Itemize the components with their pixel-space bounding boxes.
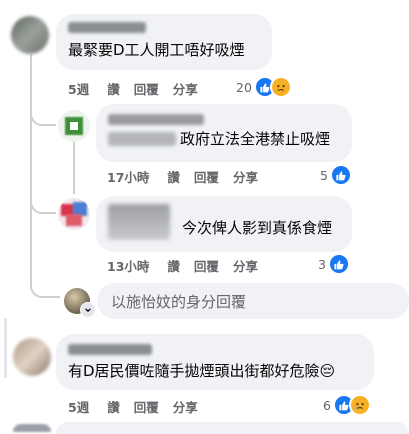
reply-text: 今次俾人影到真係食煙 <box>182 219 333 237</box>
avatar[interactable] <box>58 198 90 230</box>
reaction-count: 6 <box>323 397 331 413</box>
comment-text: 最緊要D工人開工唔好吸煙 <box>68 41 245 59</box>
avatar[interactable] <box>13 338 51 376</box>
reaction-summary[interactable]: 5 <box>320 164 352 186</box>
comment-actions: 5週 讚 回覆 分享 <box>68 79 198 98</box>
like-icon <box>329 164 352 186</box>
reply-actions: 17小時 讚 回覆 分享 <box>107 167 258 186</box>
sad-icon <box>348 394 371 416</box>
avatar[interactable] <box>58 110 90 142</box>
reaction-summary[interactable]: 6 <box>323 394 371 416</box>
timestamp[interactable]: 13小時 <box>107 256 149 275</box>
reply-input[interactable]: 以施怡妏的身分回覆 <box>97 283 409 319</box>
reaction-count: 3 <box>318 256 326 272</box>
reply-input-placeholder: 以施怡妏的身分回覆 <box>111 292 247 311</box>
reply-composer: 以施怡妏的身分回覆 <box>0 282 409 320</box>
timestamp[interactable]: 5週 <box>68 397 89 416</box>
share-button[interactable]: 分享 <box>173 79 198 98</box>
comment: 最緊要D工人開工唔好吸煙 5週 讚 回覆 分享 20 <box>0 0 409 100</box>
like-button[interactable]: 讚 <box>167 256 180 275</box>
comment-text: 有D居民價咗隨手拋煙頭出街都好危險😔 <box>68 362 336 380</box>
share-button[interactable]: 分享 <box>173 397 198 416</box>
comment-bubble: 最緊要D工人開工唔好吸煙 <box>56 14 272 70</box>
chevron-down-icon[interactable] <box>80 302 96 318</box>
reaction-summary[interactable]: 20 <box>236 76 292 98</box>
reply-actions: 13小時 讚 回覆 分享 <box>107 256 258 275</box>
author-name-redacted-line2 <box>108 132 176 146</box>
reply-bubble: 政府立法全港禁止吸煙 <box>96 104 352 162</box>
reply-button[interactable]: 回覆 <box>134 79 159 98</box>
like-button[interactable]: 讚 <box>107 79 120 98</box>
author-name-redacted[interactable] <box>68 344 152 355</box>
reply-bubble: 今次俾人影到真係食煙 <box>96 196 352 252</box>
next-comment-bubble-partial <box>56 422 409 434</box>
reply-text: 政府立法全港禁止吸煙 <box>180 130 331 148</box>
like-button[interactable]: 讚 <box>167 167 180 186</box>
reply-button[interactable]: 回覆 <box>194 256 219 275</box>
author-name-redacted[interactable] <box>108 114 204 125</box>
comment: 有D居民價咗隨手拋煙頭出街都好危險😔 5週 讚 回覆 分享 6 <box>0 326 409 427</box>
sad-icon <box>269 76 292 98</box>
reply-button[interactable]: 回覆 <box>194 167 219 186</box>
like-button[interactable]: 讚 <box>107 397 120 416</box>
reply-button[interactable]: 回覆 <box>134 397 159 416</box>
share-button[interactable]: 分享 <box>233 167 258 186</box>
avatar[interactable] <box>11 16 49 54</box>
comment-actions: 5週 讚 回覆 分享 <box>68 397 198 416</box>
reaction-summary[interactable]: 3 <box>318 253 350 275</box>
comment-bubble: 有D居民價咗隨手拋煙頭出街都好危險😔 <box>56 334 374 390</box>
like-icon <box>327 253 350 275</box>
author-name-redacted[interactable] <box>108 204 170 240</box>
reply: 今次俾人影到真係食煙 13小時 讚 回覆 分享 3 <box>0 190 409 280</box>
timestamp[interactable]: 17小時 <box>107 167 149 186</box>
next-avatar-partial <box>13 424 51 432</box>
author-name-redacted[interactable] <box>68 22 146 33</box>
share-button[interactable]: 分享 <box>233 256 258 275</box>
reaction-count: 20 <box>236 79 252 95</box>
timestamp[interactable]: 5週 <box>68 79 89 98</box>
reaction-count: 5 <box>320 167 328 183</box>
reply: 政府立法全港禁止吸煙 17小時 讚 回覆 分享 5 <box>0 100 409 190</box>
